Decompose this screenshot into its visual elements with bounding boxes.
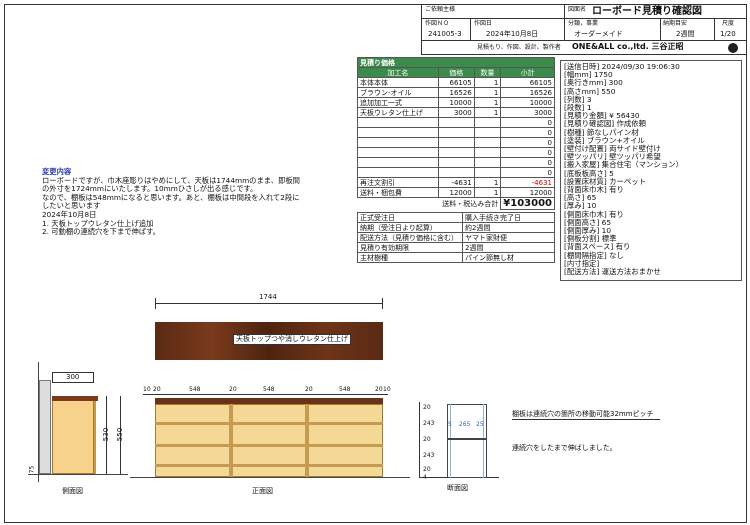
- doc-no-label: 作図ＮＯ: [425, 20, 450, 27]
- top-width-dimension: 1744: [155, 293, 383, 309]
- table-row: ブラウン-オイル 16526 1 16526: [357, 87, 555, 98]
- top-width-label: 1744: [259, 293, 277, 301]
- divider: [564, 18, 565, 40]
- scale: 1/20: [720, 30, 736, 38]
- doc-no: 241005-3: [428, 30, 462, 38]
- section-view: 5 265 25 20 243 20 243 20 4: [419, 398, 499, 483]
- table-row: 0: [357, 157, 555, 168]
- section-view-caption: 断面図: [447, 484, 468, 492]
- side-height-label: 550: [116, 427, 125, 442]
- side-depth-label: 300: [66, 373, 80, 381]
- spec-line: [配送方法] 運送方法おまかせ: [564, 267, 661, 277]
- top-plate-label: 天板トップつや消しウレタン仕上げ: [233, 334, 351, 345]
- divider: [564, 4, 565, 18]
- table-row: 本体本体 66105 1 66105: [357, 77, 555, 88]
- table-row: 0: [357, 137, 555, 148]
- title-block: ご依頼主様 図面名 ローボード見積り確認図 作図ＮＯ 241005-3 作図日 …: [421, 4, 746, 55]
- estimate-table: 見積り価格 加工名 価格 数量 小計 本体本体 66105 1 66105 ブラウン-…: [357, 57, 555, 210]
- front-dimension-row: 10 20 548 20 548 20 548 20 10: [143, 386, 391, 395]
- date-label: 作図日: [474, 20, 493, 27]
- category: オーダーメイド: [574, 30, 623, 38]
- customer-label: ご依頼主様: [425, 6, 456, 13]
- divider: [422, 40, 746, 41]
- total-row: 送料・税込み合計 ¥103000: [358, 197, 555, 210]
- category-label: 分類，事業: [568, 20, 599, 27]
- total-value: ¥103000: [500, 197, 555, 210]
- table-row: 0: [357, 167, 555, 178]
- drawing-name: ローボード見積り確認図: [592, 6, 702, 17]
- spec-list: [送信日時] 2024/09/30 19:06:30 [幅mm] 1750 [奥…: [560, 60, 742, 281]
- table-row: 天板ウレタン仕上げ 3000 1 3000: [357, 107, 555, 118]
- table-row: 0: [357, 127, 555, 138]
- estimate-panel: 見積り価格 加工名 価格 数量 小計 本体本体 66105 1 66105 ブラウン-…: [357, 57, 555, 263]
- col-item: 加工名: [357, 67, 439, 78]
- change-notes: 変更内容 ローボードですが、巾木座彫りはやめにして、天板は1744mmのまま、即…: [42, 167, 352, 237]
- floor-line: [130, 477, 410, 478]
- scale-label: 尺度: [722, 20, 735, 27]
- delivery: 2週間: [676, 30, 695, 38]
- delivery-label: 納期目安: [663, 20, 688, 27]
- estimate-title: 見積り価格: [357, 57, 555, 68]
- col-price: 価格: [437, 67, 475, 78]
- company-logo: [728, 43, 738, 53]
- table-row: 追加加工一式 10000 1 10000: [357, 97, 555, 108]
- divider: [714, 18, 715, 40]
- drawing-name-label: 図面名: [568, 6, 587, 13]
- total-label: 送料・税込み合計: [442, 199, 499, 208]
- front-view-caption: 正面図: [252, 487, 273, 495]
- side-inner-label: 530: [102, 427, 111, 442]
- discount-row: 再注文割引 -4631 1 -4631: [357, 177, 555, 188]
- shipping-row: 送料・梱包費 12000 1 12000: [357, 187, 555, 198]
- front-view: [155, 398, 383, 477]
- table-row: 0: [357, 117, 555, 128]
- shelf-note-2: 連続穴をしたまで伸ばしました。: [512, 444, 617, 452]
- col-subtotal: 小計: [500, 67, 555, 78]
- date: 2024年10月8日: [486, 30, 539, 38]
- col-qty: 数量: [473, 67, 502, 78]
- table-row: 0: [357, 147, 555, 158]
- divider: [660, 18, 661, 40]
- side-view: 300 530 550 75: [28, 362, 128, 487]
- order-info-table: 正式受注日 購入手続き完了日 納期（受注日より起算） 約2週間 配送方法（見積り価格…: [357, 212, 555, 263]
- maker-label: 見積もり、作図、設計、製作者: [477, 44, 561, 51]
- shelf-note-1: 棚板は連続穴の箇所の移動可能32mmピッチ: [512, 410, 660, 420]
- side-plinth-label: 75: [28, 465, 36, 474]
- maker: ONE&ALL co.,ltd. 三谷正昭: [572, 42, 684, 51]
- divider: [470, 18, 471, 40]
- side-view-caption: 側面図: [62, 487, 83, 495]
- notes-line: 2. 可動棚の連続穴を下まで伸ばす。: [42, 227, 161, 237]
